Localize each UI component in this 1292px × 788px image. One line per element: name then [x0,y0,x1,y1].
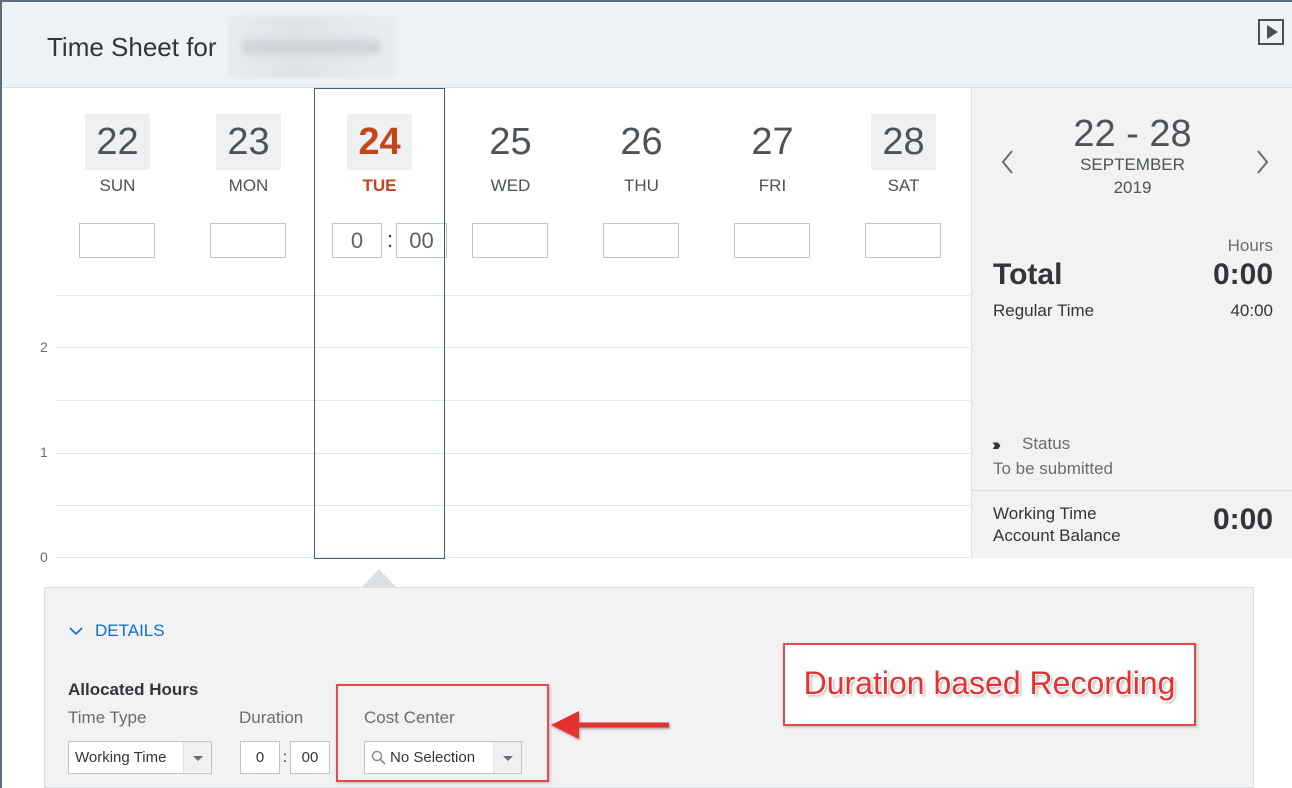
day-number: 27 [751,121,794,163]
day-name: MON [228,176,269,195]
total-value: 0:00 [1212,258,1273,291]
y-axis-label: 2 [40,339,48,355]
employee-name-redacted [228,16,396,78]
dropdown-arrow-icon[interactable] [183,742,211,773]
week-calendar: 22 SUN 23 MON 24 TUE 0 : 00 25 WED 26 TH… [52,88,970,558]
play-icon[interactable] [1258,19,1284,45]
day-column-mon[interactable]: 23 MON [183,88,314,288]
day-hours-input[interactable] [472,223,548,258]
account-balance-label: Account Balance [993,526,1121,545]
annotation-label-box: Duration based Recording [783,643,1196,726]
day-column-wed[interactable]: 25 WED [445,88,576,288]
duration-hours-field[interactable]: 0 [240,741,280,774]
day-number: 26 [620,121,663,163]
status-chevrons-icon: ››› [992,435,1001,454]
details-toggle-label: DETAILS [95,621,165,640]
day-number: 23 [216,114,281,170]
time-type-select[interactable]: Working Time [68,741,212,774]
day-column-sat[interactable]: 28 SAT [838,88,969,288]
status-label: Status [1022,434,1071,453]
time-type-value: Working Time [75,749,167,766]
chevron-down-icon [69,627,83,636]
duration-separator: : [282,749,288,766]
working-time-balance-label: Working Time Account Balance [993,503,1121,547]
selected-day-highlight [314,88,445,559]
day-name: FRI [758,176,787,195]
day-hours-input[interactable] [603,223,679,258]
day-hours-input[interactable] [210,223,286,258]
next-week-icon[interactable] [1252,148,1272,176]
regular-time-label: Regular Time [993,301,1095,320]
working-time-balance-value: 0:00 [1212,503,1273,536]
day-column-fri[interactable]: 27 FRI [707,88,838,288]
day-column-thu[interactable]: 26 THU [576,88,707,288]
annotation-arrow-icon [551,711,669,739]
day-number: 28 [871,114,936,170]
week-summary-panel: 22 - 28 SEPTEMBER 2019 Hours Total 0:00 … [971,88,1292,558]
week-year: 2019 [1113,178,1152,197]
hours-column-label: Hours [1227,236,1273,255]
week-range: 22 - 28 [1073,113,1192,155]
status-value: To be submitted [993,459,1114,478]
y-axis-label: 0 [40,549,48,565]
day-hours-input[interactable] [79,223,155,258]
day-name: SUN [99,176,136,195]
duration-label: Duration [239,708,304,727]
working-time-label: Working Time [993,504,1097,523]
allocated-hours-heading: Allocated Hours [68,680,199,699]
y-axis-label: 1 [40,444,48,460]
day-number: 25 [489,121,532,163]
day-number: 22 [85,114,150,170]
week-month: SEPTEMBER [1080,155,1185,174]
day-name: WED [490,176,531,195]
details-pointer [361,569,397,588]
divider [972,490,1292,491]
details-toggle[interactable]: DETAILS [69,621,165,641]
day-name: SAT [887,176,920,195]
duration-minutes-field[interactable]: 00 [290,741,330,774]
annotation-highlight-box [336,684,549,782]
total-label: Total [993,258,1063,291]
day-column-sun[interactable]: 22 SUN [52,88,183,288]
page-title: Time Sheet for [47,32,217,62]
day-hours-input[interactable] [734,223,810,258]
regular-time-value: 40:00 [1230,301,1273,320]
annotation-label: Duration based Recording [803,665,1176,701]
time-type-label: Time Type [68,708,147,727]
day-name: THU [624,176,659,195]
day-hours-input[interactable] [865,223,941,258]
page-header: Time Sheet for [2,2,1292,88]
